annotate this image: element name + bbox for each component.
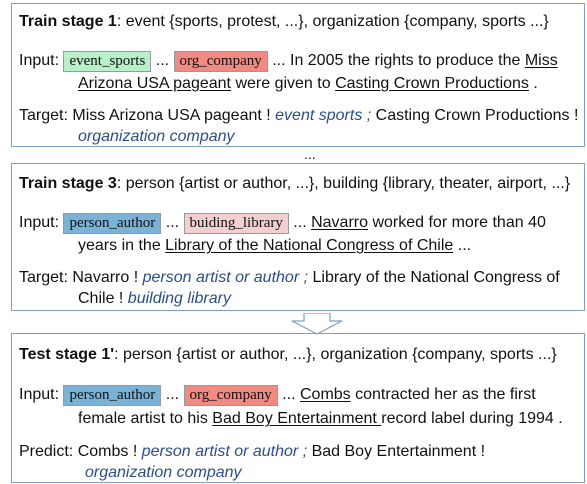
type-label: organization company: [85, 464, 242, 481]
type-label: event sports: [275, 107, 363, 124]
test-stage-header: Test stage 1': person {artist or author,…: [19, 345, 557, 365]
input-label: Input:: [19, 52, 60, 69]
separator: ;: [299, 269, 313, 286]
separator: ...: [161, 386, 184, 403]
entity-span: Miss: [524, 52, 558, 69]
target-text: Chile !: [78, 290, 128, 307]
input-text: worked for more than 40: [368, 214, 546, 231]
tag-event-sports: event_sports: [63, 51, 152, 72]
stage-3-header: Train stage 3: person {artist or author,…: [19, 174, 570, 194]
type-label: person artist or author: [142, 269, 300, 286]
input-text: contracted her as the first: [350, 386, 536, 403]
separator: ...: [161, 214, 184, 231]
input-text: female artist to his: [78, 410, 213, 427]
stage-1-input-line: Input: event_sports ... org_company ... …: [19, 51, 558, 72]
entity-span: Bad Boy Entertainment: [212, 410, 382, 427]
type-label: organization company: [78, 128, 235, 145]
entity-span: Arizona USA pageant: [78, 75, 231, 92]
stage-3-input-line-2: years in the Library of the National Con…: [78, 236, 471, 256]
input-text: years in the: [78, 237, 166, 254]
predict-text: Combs !: [77, 443, 142, 460]
separator: ...: [151, 52, 174, 69]
test-stage-categories: : person {artist or author, ...}, organi…: [114, 346, 557, 363]
target-text: Casting Crown Productions !: [375, 107, 579, 124]
tag-building-library: buiding_library: [183, 213, 289, 234]
test-input-line-2: female artist to his Bad Boy Entertainme…: [78, 409, 563, 429]
tag-person-author: person_author: [63, 213, 162, 234]
entity-span: Casting Crown Productions: [335, 75, 529, 92]
input-text: ... In 2005 the rights to produce the: [267, 52, 525, 69]
entity-span: Library of the National Congress of Chil…: [165, 237, 454, 254]
test-input-line: Input: person_author ... org_company ...…: [19, 385, 536, 406]
train-stage-3-panel: Train stage 3: person {artist or author,…: [11, 163, 585, 311]
type-label: person artist or author: [141, 443, 299, 460]
tag-org-company: org_company: [183, 385, 278, 406]
ellipsis-between-stages: ...: [304, 146, 316, 162]
separator: ...: [277, 386, 300, 403]
predict-line: Predict: Combs ! person artist or author…: [19, 442, 485, 462]
stage-1-input-line-2: Arizona USA pageant were given to Castin…: [78, 74, 538, 94]
separator: ;: [362, 107, 376, 124]
input-text: record label during 1994 .: [381, 410, 563, 427]
stage-3-input-line: Input: person_author ... buiding_library…: [19, 213, 546, 234]
stage-1-title: Train stage 1: [19, 13, 117, 30]
stage-1-categories: : event {sports, protest, ...}, organiza…: [116, 13, 549, 30]
stage-3-target-line-2: Chile ! building library: [78, 289, 231, 309]
stage-1-target-line: Target: Miss Arizona USA pageant ! event…: [19, 106, 578, 126]
tag-person-author: person_author: [63, 385, 162, 406]
stage-3-title: Train stage 3: [19, 175, 117, 192]
target-label: Target:: [19, 107, 68, 124]
target-text: Library of the National Congress of: [312, 269, 560, 286]
test-stage-title: Test stage 1': [19, 346, 115, 363]
predict-label: Predict:: [19, 443, 74, 460]
target-text: Navarro !: [72, 269, 143, 286]
target-text: Miss Arizona USA pageant !: [72, 107, 276, 124]
stage-1-header: Train stage 1: event {sports, protest, .…: [19, 12, 549, 32]
input-text: .: [528, 75, 538, 92]
test-stage-panel: Test stage 1': person {artist or author,…: [11, 333, 585, 483]
separator: ...: [288, 214, 312, 231]
input-text: ...: [453, 237, 472, 254]
separator: ;: [298, 443, 312, 460]
input-label: Input:: [19, 386, 60, 403]
stage-1-target-line-2: organization company: [78, 127, 235, 147]
predict-text: Bad Boy Entertainment !: [311, 443, 486, 460]
down-arrow-icon: [291, 313, 343, 335]
input-label: Input:: [19, 214, 60, 231]
target-label: Target:: [19, 269, 68, 286]
train-stage-1-panel: Train stage 1: event {sports, protest, .…: [11, 3, 585, 147]
entity-span: Combs: [299, 386, 351, 403]
tag-org-company: org_company: [173, 51, 268, 72]
input-text: were given to: [231, 75, 336, 92]
predict-line-2: organization company: [85, 463, 242, 483]
stage-3-categories: : person {artist or author, ...}, buildi…: [116, 175, 571, 192]
type-label: building library: [127, 290, 231, 307]
stage-3-target-line: Target: Navarro ! person artist or autho…: [19, 268, 560, 288]
entity-span: Navarro: [311, 214, 368, 231]
